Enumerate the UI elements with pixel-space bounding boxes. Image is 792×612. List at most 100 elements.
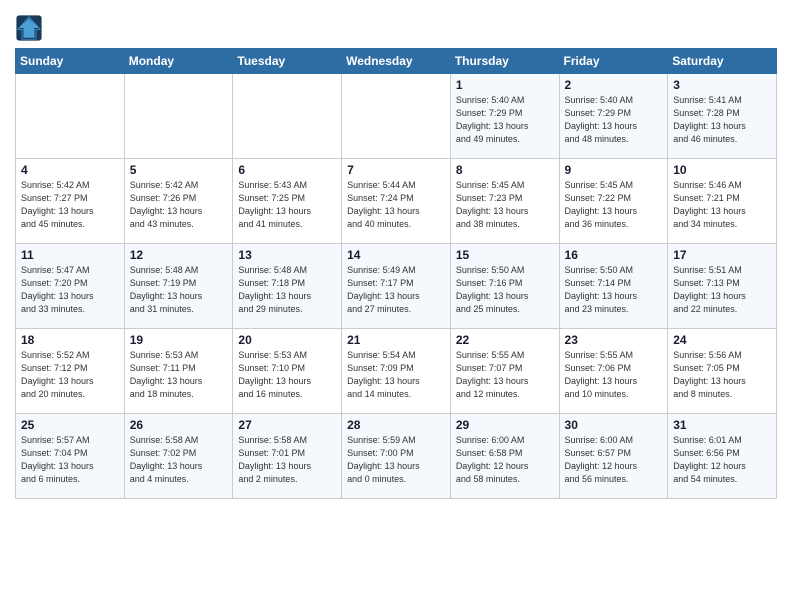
calendar-week-2: 4 Sunrise: 5:42 AM Sunset: 7:27 PM Daylig… xyxy=(16,159,777,244)
day-info: Sunrise: 5:46 AM Sunset: 7:21 PM Dayligh… xyxy=(673,179,771,231)
calendar-cell: 1 Sunrise: 5:40 AM Sunset: 7:29 PM Daylig… xyxy=(450,74,559,159)
day-info: Sunrise: 5:44 AM Sunset: 7:24 PM Dayligh… xyxy=(347,179,445,231)
day-info: Sunrise: 5:50 AM Sunset: 7:16 PM Dayligh… xyxy=(456,264,554,316)
calendar-week-3: 11 Sunrise: 5:47 AM Sunset: 7:20 PM Dayli… xyxy=(16,244,777,329)
day-number: 30 xyxy=(565,418,663,432)
day-info: Sunrise: 6:00 AM Sunset: 6:58 PM Dayligh… xyxy=(456,434,554,486)
day-number: 1 xyxy=(456,78,554,92)
calendar-cell xyxy=(124,74,233,159)
day-info: Sunrise: 5:59 AM Sunset: 7:00 PM Dayligh… xyxy=(347,434,445,486)
calendar-cell xyxy=(342,74,451,159)
calendar-cell: 4 Sunrise: 5:42 AM Sunset: 7:27 PM Daylig… xyxy=(16,159,125,244)
day-info: Sunrise: 5:45 AM Sunset: 7:22 PM Dayligh… xyxy=(565,179,663,231)
day-info: Sunrise: 5:48 AM Sunset: 7:18 PM Dayligh… xyxy=(238,264,336,316)
day-info: Sunrise: 5:55 AM Sunset: 7:07 PM Dayligh… xyxy=(456,349,554,401)
header-saturday: Saturday xyxy=(668,49,777,74)
header-monday: Monday xyxy=(124,49,233,74)
day-number: 10 xyxy=(673,163,771,177)
day-info: Sunrise: 5:43 AM Sunset: 7:25 PM Dayligh… xyxy=(238,179,336,231)
header-tuesday: Tuesday xyxy=(233,49,342,74)
calendar-header-row: SundayMondayTuesdayWednesdayThursdayFrid… xyxy=(16,49,777,74)
day-number: 12 xyxy=(130,248,228,262)
page-header xyxy=(15,10,777,42)
calendar-cell: 6Sunrise: 5:43 AM Sunset: 7:25 PM Daylig… xyxy=(233,159,342,244)
day-info: Sunrise: 6:01 AM Sunset: 6:56 PM Dayligh… xyxy=(673,434,771,486)
calendar-cell: 30 Sunrise: 6:00 AM Sunset: 6:57 PM Dayli… xyxy=(559,414,668,499)
calendar-cell: 9 Sunrise: 5:45 AM Sunset: 7:22 PM Daylig… xyxy=(559,159,668,244)
calendar-cell: 26Sunrise: 5:58 AM Sunset: 7:02 PM Dayli… xyxy=(124,414,233,499)
day-number: 16 xyxy=(565,248,663,262)
calendar-cell: 24 Sunrise: 5:56 AM Sunset: 7:05 PM Dayli… xyxy=(668,329,777,414)
day-number: 13 xyxy=(238,248,336,262)
calendar-table: SundayMondayTuesdayWednesdayThursdayFrid… xyxy=(15,48,777,499)
calendar-cell: 15 Sunrise: 5:50 AM Sunset: 7:16 PM Dayli… xyxy=(450,244,559,329)
calendar-cell: 27Sunrise: 5:58 AM Sunset: 7:01 PM Dayli… xyxy=(233,414,342,499)
day-info: Sunrise: 5:42 AM Sunset: 7:27 PM Dayligh… xyxy=(21,179,119,231)
day-info: Sunrise: 5:56 AM Sunset: 7:05 PM Dayligh… xyxy=(673,349,771,401)
day-number: 8 xyxy=(456,163,554,177)
calendar-cell: 31 Sunrise: 6:01 AM Sunset: 6:56 PM Dayli… xyxy=(668,414,777,499)
day-number: 24 xyxy=(673,333,771,347)
calendar-cell: 14 Sunrise: 5:49 AM Sunset: 7:17 PM Dayli… xyxy=(342,244,451,329)
day-info: Sunrise: 5:53 AM Sunset: 7:10 PM Dayligh… xyxy=(238,349,336,401)
day-number: 26 xyxy=(130,418,228,432)
day-number: 4 xyxy=(21,163,119,177)
day-number: 9 xyxy=(565,163,663,177)
day-info: Sunrise: 5:42 AM Sunset: 7:26 PM Dayligh… xyxy=(130,179,228,231)
day-info: Sunrise: 5:52 AM Sunset: 7:12 PM Dayligh… xyxy=(21,349,119,401)
day-number: 11 xyxy=(21,248,119,262)
calendar-cell: 7 Sunrise: 5:44 AM Sunset: 7:24 PM Daylig… xyxy=(342,159,451,244)
day-info: Sunrise: 5:47 AM Sunset: 7:20 PM Dayligh… xyxy=(21,264,119,316)
day-info: Sunrise: 5:51 AM Sunset: 7:13 PM Dayligh… xyxy=(673,264,771,316)
day-number: 28 xyxy=(347,418,445,432)
day-info: Sunrise: 5:49 AM Sunset: 7:17 PM Dayligh… xyxy=(347,264,445,316)
day-number: 18 xyxy=(21,333,119,347)
calendar-cell: 29 Sunrise: 6:00 AM Sunset: 6:58 PM Dayli… xyxy=(450,414,559,499)
day-number: 5 xyxy=(130,163,228,177)
logo-icon xyxy=(15,14,43,42)
calendar-cell: 11 Sunrise: 5:47 AM Sunset: 7:20 PM Dayli… xyxy=(16,244,125,329)
calendar-cell: 21Sunrise: 5:54 AM Sunset: 7:09 PM Dayli… xyxy=(342,329,451,414)
calendar-cell: 5 Sunrise: 5:42 AM Sunset: 7:26 PM Daylig… xyxy=(124,159,233,244)
header-friday: Friday xyxy=(559,49,668,74)
calendar-cell: 16 Sunrise: 5:50 AM Sunset: 7:14 PM Dayli… xyxy=(559,244,668,329)
calendar-cell: 3Sunrise: 5:41 AM Sunset: 7:28 PM Daylig… xyxy=(668,74,777,159)
day-info: Sunrise: 5:40 AM Sunset: 7:29 PM Dayligh… xyxy=(456,94,554,146)
calendar-cell xyxy=(16,74,125,159)
day-number: 3 xyxy=(673,78,771,92)
day-number: 14 xyxy=(347,248,445,262)
day-number: 22 xyxy=(456,333,554,347)
calendar-cell: 22 Sunrise: 5:55 AM Sunset: 7:07 PM Dayli… xyxy=(450,329,559,414)
calendar-cell: 20 Sunrise: 5:53 AM Sunset: 7:10 PM Dayli… xyxy=(233,329,342,414)
calendar-cell: 28 Sunrise: 5:59 AM Sunset: 7:00 PM Dayli… xyxy=(342,414,451,499)
calendar-cell: 8Sunrise: 5:45 AM Sunset: 7:23 PM Daylig… xyxy=(450,159,559,244)
day-number: 2 xyxy=(565,78,663,92)
day-info: Sunrise: 6:00 AM Sunset: 6:57 PM Dayligh… xyxy=(565,434,663,486)
day-number: 23 xyxy=(565,333,663,347)
calendar-cell xyxy=(233,74,342,159)
header-thursday: Thursday xyxy=(450,49,559,74)
calendar-week-4: 18 Sunrise: 5:52 AM Sunset: 7:12 PM Dayli… xyxy=(16,329,777,414)
day-info: Sunrise: 5:50 AM Sunset: 7:14 PM Dayligh… xyxy=(565,264,663,316)
day-number: 7 xyxy=(347,163,445,177)
calendar-week-5: 25 Sunrise: 5:57 AM Sunset: 7:04 PM Dayli… xyxy=(16,414,777,499)
calendar-cell: 12 Sunrise: 5:48 AM Sunset: 7:19 PM Dayli… xyxy=(124,244,233,329)
day-number: 31 xyxy=(673,418,771,432)
calendar-cell: 17Sunrise: 5:51 AM Sunset: 7:13 PM Dayli… xyxy=(668,244,777,329)
calendar-cell: 2Sunrise: 5:40 AM Sunset: 7:29 PM Daylig… xyxy=(559,74,668,159)
logo xyxy=(15,10,46,42)
day-info: Sunrise: 5:54 AM Sunset: 7:09 PM Dayligh… xyxy=(347,349,445,401)
day-info: Sunrise: 5:58 AM Sunset: 7:01 PM Dayligh… xyxy=(238,434,336,486)
day-info: Sunrise: 5:48 AM Sunset: 7:19 PM Dayligh… xyxy=(130,264,228,316)
day-number: 20 xyxy=(238,333,336,347)
day-number: 29 xyxy=(456,418,554,432)
day-number: 15 xyxy=(456,248,554,262)
calendar-cell: 18 Sunrise: 5:52 AM Sunset: 7:12 PM Dayli… xyxy=(16,329,125,414)
calendar-cell: 25 Sunrise: 5:57 AM Sunset: 7:04 PM Dayli… xyxy=(16,414,125,499)
day-number: 25 xyxy=(21,418,119,432)
header-wednesday: Wednesday xyxy=(342,49,451,74)
calendar-cell: 13 Sunrise: 5:48 AM Sunset: 7:18 PM Dayli… xyxy=(233,244,342,329)
header-sunday: Sunday xyxy=(16,49,125,74)
calendar-cell: 23Sunrise: 5:55 AM Sunset: 7:06 PM Dayli… xyxy=(559,329,668,414)
day-info: Sunrise: 5:57 AM Sunset: 7:04 PM Dayligh… xyxy=(21,434,119,486)
